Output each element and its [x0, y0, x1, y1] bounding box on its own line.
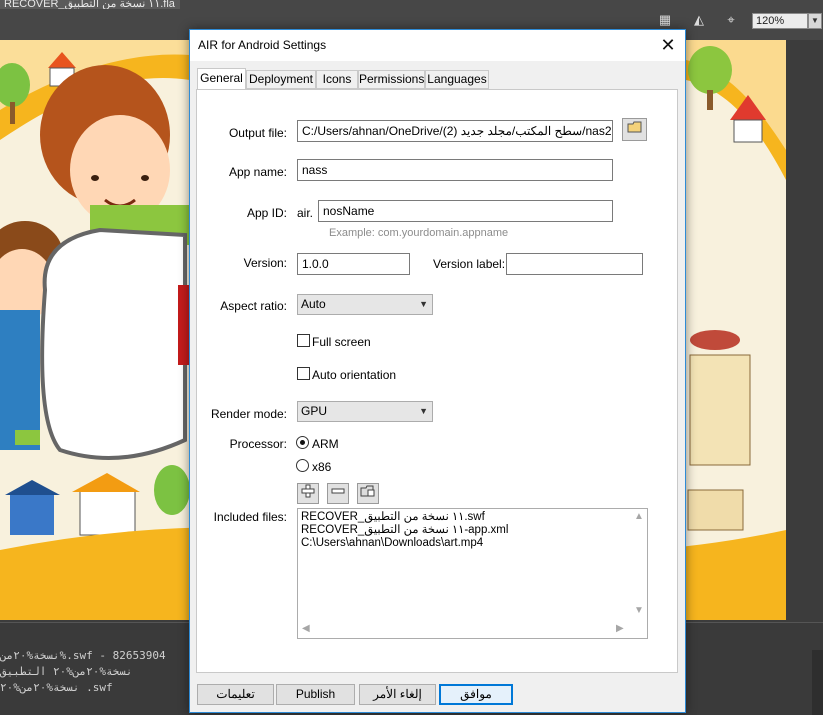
air-android-settings-dialog: AIR for Android Settings ✕ General Deplo…: [189, 29, 686, 713]
processor-arm-label: ARM: [312, 437, 339, 451]
version-label-label: Version label:: [433, 257, 506, 271]
clapper-icon[interactable]: ▦: [656, 12, 674, 28]
render-mode-label: Render mode:: [210, 407, 287, 421]
center-stage-icon[interactable]: ⌖: [722, 12, 740, 28]
processor-label: Processor:: [229, 437, 287, 451]
files-vertical-scrollbar[interactable]: ▲ ▼: [630, 509, 647, 620]
chevron-down-icon: ▼: [419, 406, 428, 416]
help-button[interactable]: تعليمات: [197, 684, 274, 705]
folder-add-icon: [360, 485, 375, 497]
list-item[interactable]: RECOVER_١١ نسخة من التطبيق.swf: [301, 511, 485, 524]
dialog-title: AIR for Android Settings: [198, 38, 327, 52]
processor-x86-radio[interactable]: [296, 459, 309, 472]
document-tab[interactable]: RECOVER_١١ نسخة من التطبيق.fla: [0, 0, 180, 9]
version-input[interactable]: 1.0.0: [297, 253, 410, 275]
full-screen-label: Full screen: [312, 335, 371, 349]
output-line: نسخة%٢٠من%٢٠ التطبيق: [0, 665, 133, 678]
app-id-hint: Example: com.yourdomain.appname: [329, 227, 509, 239]
plus-icon: [301, 484, 315, 498]
app-name-label: App name:: [228, 165, 287, 179]
processor-x86-label: x86: [312, 460, 332, 474]
folder-icon: [627, 121, 641, 133]
tab-permissions[interactable]: Permissions: [358, 70, 425, 89]
add-folder-button[interactable]: [357, 483, 379, 504]
list-item[interactable]: RECOVER_١١ نسخة من التطبيق-app.xml: [301, 524, 508, 537]
render-mode-select[interactable]: GPU ▼: [297, 401, 433, 422]
minus-icon: [331, 488, 345, 494]
close-icon[interactable]: ✕: [651, 30, 685, 60]
pasteboard: [786, 40, 823, 620]
app-id-label: App ID:: [246, 206, 287, 220]
cancel-button[interactable]: إلغاء الأمر: [359, 684, 436, 705]
output-file-input[interactable]: C:/Users/ahnan/OneDrive/سطح المكتب/مجلد …: [297, 120, 613, 142]
app-id-prefix: air.: [297, 206, 314, 220]
tab-deployment[interactable]: Deployment: [246, 70, 316, 89]
publish-button[interactable]: Publish: [276, 684, 355, 705]
aspect-ratio-select[interactable]: Auto ▼: [297, 294, 433, 315]
full-screen-checkbox[interactable]: [297, 334, 310, 347]
general-panel: Output file: C:/Users/ahnan/OneDrive/سطح…: [196, 89, 678, 673]
tab-icons[interactable]: Icons: [316, 70, 358, 89]
auto-orientation-label: Auto orientation: [312, 368, 397, 382]
files-horizontal-scrollbar[interactable]: ◀ ▶: [298, 621, 630, 638]
version-label-input[interactable]: [506, 253, 643, 275]
add-file-button[interactable]: [297, 483, 319, 504]
version-label: Version:: [243, 256, 287, 270]
scroll-left-icon[interactable]: ◀: [302, 623, 310, 634]
output-line: نسخة%٢٠من%٢٠ .swf: [0, 681, 113, 694]
list-item[interactable]: C:\Users\ahnan\Downloads\art.mp4: [301, 537, 483, 550]
output-file-label: Output file:: [228, 126, 287, 140]
app-name-input[interactable]: nass: [297, 159, 613, 181]
processor-arm-radio[interactable]: [296, 436, 309, 449]
auto-orientation-checkbox[interactable]: [297, 367, 310, 380]
included-files-list[interactable]: RECOVER_١١ نسخة من التطبيق.swf RECOVER_١…: [297, 508, 648, 639]
tab-general[interactable]: General: [197, 68, 246, 90]
chevron-down-icon: ▼: [419, 299, 428, 309]
app-id-input[interactable]: nosName: [318, 200, 613, 222]
render-mode-value: GPU: [301, 404, 328, 418]
scroll-down-icon[interactable]: ▼: [634, 605, 644, 616]
tab-languages[interactable]: Languages: [425, 70, 489, 89]
included-files-label: Included files:: [213, 510, 287, 524]
aspect-ratio-value: Auto: [301, 297, 326, 311]
scroll-right-icon[interactable]: ▶: [616, 623, 624, 634]
scroll-up-icon[interactable]: ▲: [634, 511, 644, 522]
remove-file-button[interactable]: [327, 483, 349, 504]
aspect-ratio-label: Aspect ratio:: [220, 299, 287, 313]
ok-button[interactable]: موافق: [439, 684, 513, 705]
browse-folder-button[interactable]: [622, 118, 647, 141]
output-scrollbar[interactable]: [812, 650, 823, 715]
chevron-down-icon[interactable]: ▼: [808, 13, 822, 29]
edit-symbols-icon[interactable]: ◭: [690, 12, 708, 28]
dialog-titlebar[interactable]: AIR for Android Settings ✕: [190, 30, 685, 61]
zoom-select[interactable]: 120%: [752, 13, 808, 29]
output-line: نسخة%٢٠من%.swf - 82653904: [0, 649, 166, 662]
